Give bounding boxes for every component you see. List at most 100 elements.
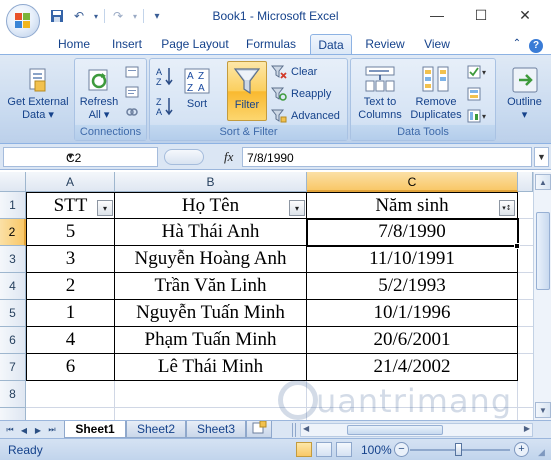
tab-home[interactable]: Home (52, 34, 96, 54)
table-cell[interactable]: 4 (27, 327, 115, 354)
first-sheet-icon[interactable]: ⏮ (4, 423, 16, 437)
fill-handle[interactable] (514, 243, 520, 249)
minimize-button[interactable]: — (415, 3, 459, 27)
select-all-button[interactable] (0, 172, 26, 192)
column-header-a[interactable]: A (26, 172, 115, 192)
close-button[interactable]: ✕ (503, 3, 547, 27)
tab-split-handle[interactable] (292, 423, 296, 437)
filter-dropdown-stt-icon[interactable]: ▾ (97, 200, 113, 216)
table-cell[interactable]: 2 (27, 273, 115, 300)
vertical-scrollbar[interactable]: ▲ ▼ (533, 172, 551, 420)
row-header-8[interactable]: 8 (0, 381, 26, 408)
zoom-level[interactable]: 100% (361, 443, 392, 457)
filter-dropdown-ho-ten-icon[interactable]: ▾ (289, 200, 305, 216)
refresh-all-button[interactable]: Refresh All ▾ (77, 61, 121, 122)
insert-function-icon[interactable]: fx (224, 149, 233, 165)
sort-az-button[interactable]: AZ (156, 67, 174, 86)
scroll-left-icon[interactable]: ◀ (303, 424, 309, 433)
header-cell-ho-ten[interactable]: Họ Tên (115, 193, 307, 219)
horizontal-scroll-thumb[interactable] (347, 425, 443, 435)
advanced-button[interactable]: Advanced (271, 107, 340, 125)
page-layout-view-icon[interactable] (316, 442, 332, 457)
table-cell[interactable]: 20/6/2001 (307, 327, 518, 354)
maximize-button[interactable]: ☐ (459, 3, 503, 27)
header-cell-nam-sinh[interactable]: Năm sinh (307, 193, 518, 219)
row-header-9[interactable] (0, 408, 26, 420)
column-header-b[interactable]: B (115, 172, 307, 192)
zoom-slider-thumb[interactable] (455, 443, 462, 456)
text-to-columns-button[interactable]: Text to Columns (355, 61, 405, 122)
horizontal-scrollbar[interactable]: ◀ ▶ (300, 423, 533, 437)
tab-page-layout[interactable]: Page Layout (158, 34, 232, 54)
scroll-up-icon[interactable]: ▲ (535, 174, 551, 190)
zoom-in-icon[interactable]: + (514, 442, 529, 457)
table-cell[interactable]: Nguyễn Hoàng Anh (115, 246, 307, 273)
table-cell[interactable]: 5 (27, 219, 115, 246)
clear-button[interactable]: Clear (271, 63, 317, 81)
column-header-c[interactable]: C (307, 172, 518, 192)
sort-button[interactable]: AZZA Sort (180, 61, 214, 111)
table-cell[interactable]: 5/2/1993 (307, 273, 518, 300)
tab-insert[interactable]: Insert (104, 34, 150, 54)
scroll-down-icon[interactable]: ▼ (535, 402, 551, 418)
row-header-6[interactable]: 6 (0, 327, 26, 354)
tab-view[interactable]: View (418, 34, 456, 54)
formula-bar-splitter[interactable] (164, 149, 204, 165)
row-header-7[interactable]: 7 (0, 354, 26, 381)
table-cell[interactable]: 11/10/1991 (307, 246, 518, 273)
filter-button[interactable]: Filter (227, 61, 267, 121)
table-cell[interactable]: Trần Văn Linh (115, 273, 307, 300)
sheet-tab-sheet3[interactable]: Sheet3 (186, 421, 246, 438)
remove-duplicates-button[interactable]: Remove Duplicates (407, 61, 465, 122)
table-cell[interactable]: 3 (27, 246, 115, 273)
prev-sheet-icon[interactable]: ◀ (18, 423, 30, 437)
table-cell[interactable]: Hà Thái Anh (115, 219, 307, 246)
resize-grip-icon[interactable]: ◢ (538, 447, 545, 458)
formula-input[interactable]: 7/8/1990 (242, 147, 532, 167)
data-validation-button[interactable]: ▾ (467, 63, 491, 81)
reapply-button[interactable]: Reapply (271, 85, 331, 103)
column-header-d[interactable] (518, 172, 533, 192)
ribbon-help-icon[interactable]: ⌃ (510, 34, 524, 54)
next-sheet-icon[interactable]: ▶ (32, 423, 44, 437)
table-cell[interactable]: 6 (27, 354, 115, 381)
row-header-2[interactable]: 2 (0, 219, 26, 246)
expand-formula-bar-icon[interactable]: ▼ (534, 147, 549, 167)
table-cell[interactable]: 1 (27, 300, 115, 327)
table-cell[interactable]: 21/4/2002 (307, 354, 518, 381)
office-button[interactable] (6, 4, 40, 38)
last-sheet-icon[interactable]: ⏭ (46, 423, 58, 437)
connections-small-button-3[interactable] (125, 103, 139, 121)
connections-small-button-2[interactable] (125, 83, 139, 101)
table-cell[interactable]: 10/1/1996 (307, 300, 518, 327)
connections-small-button-1[interactable] (125, 63, 139, 81)
table-cell[interactable]: Nguyễn Tuấn Minh (115, 300, 307, 327)
svg-text:Z: Z (198, 71, 204, 82)
outline-button[interactable]: Outline ▾ (499, 61, 550, 122)
vertical-scroll-thumb[interactable] (536, 212, 550, 290)
table-cell[interactable]: Phạm Tuấn Minh (115, 327, 307, 354)
help-icon[interactable]: ? (528, 34, 544, 54)
row-header-3[interactable]: 3 (0, 246, 26, 273)
zoom-out-icon[interactable]: − (394, 442, 409, 457)
insert-sheet-icon[interactable] (246, 420, 272, 438)
get-external-data-button[interactable]: Get External Data ▾ (3, 61, 73, 122)
what-if-analysis-button[interactable]: ▾ (467, 107, 491, 125)
row-header-1[interactable]: 1 (0, 192, 26, 219)
sort-za-button[interactable]: ZA (156, 97, 174, 116)
tab-formulas[interactable]: Formulas (240, 34, 302, 54)
page-break-preview-icon[interactable] (336, 442, 352, 457)
table-cell[interactable]: Lê Thái Minh (115, 354, 307, 381)
sheet-tab-sheet1[interactable]: Sheet1 (64, 421, 126, 438)
row-header-5[interactable]: 5 (0, 300, 26, 327)
scroll-right-icon[interactable]: ▶ (524, 424, 530, 433)
tab-review[interactable]: Review (360, 34, 410, 54)
consolidate-button[interactable] (467, 85, 491, 103)
tab-data[interactable]: Data (310, 34, 352, 54)
sort-filter-dropdown-nam-sinh-icon[interactable]: ▾↕ (499, 200, 515, 216)
name-box[interactable]: C2 ▼ (3, 147, 158, 167)
name-box-dropdown-icon[interactable]: ▼ (66, 151, 153, 161)
normal-view-icon[interactable] (296, 442, 312, 457)
sheet-tab-sheet2[interactable]: Sheet2 (126, 421, 186, 438)
row-header-4[interactable]: 4 (0, 273, 26, 300)
